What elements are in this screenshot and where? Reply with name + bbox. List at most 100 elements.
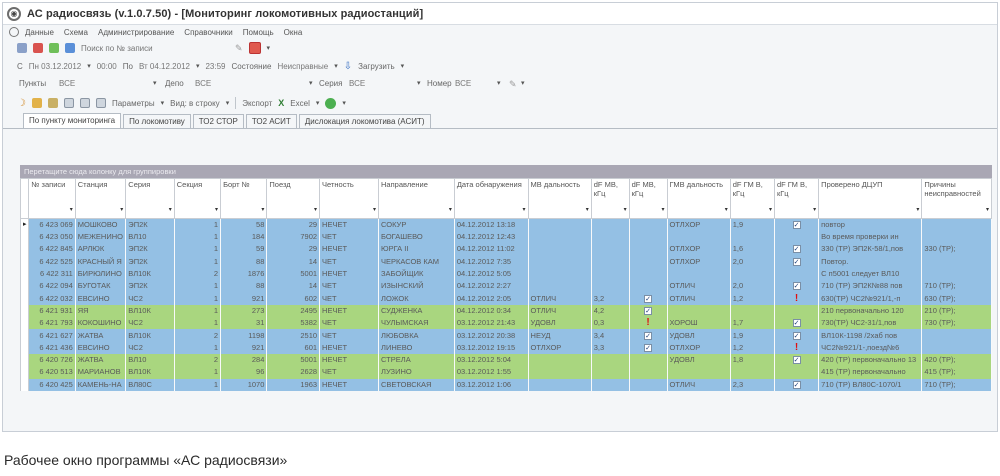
checkbox-checked-icon[interactable]: ✓ [792,221,801,230]
cell-f2[interactable]: ✓ [774,353,820,367]
cell-id[interactable]: 6 421 931 [28,304,76,318]
cell-gmv[interactable]: ОТЛИЧ [667,280,731,293]
cell-f1[interactable]: ✓ [629,329,668,342]
cell-gmv[interactable]: ОТЛХОР [667,218,731,231]
cell-id[interactable]: 6 423 050 [28,231,76,244]
cell-mv[interactable] [528,231,592,244]
row-indicator[interactable] [19,317,30,330]
column-filter-icon[interactable]: ▾ [373,206,376,215]
cell-date[interactable]: 04.12.2012 0:34 [454,304,529,318]
cell-id[interactable]: 6 420 513 [28,366,76,379]
cell-sec[interactable]: 1 [174,255,222,268]
cell-df1[interactable] [591,378,630,391]
cell-prov[interactable]: 710 (ТР) ЭП2К№88 пов [818,280,923,293]
chevron-down-icon[interactable]: ▾ [267,44,271,52]
cell-prov[interactable]: 730(ТР) ЧС2-31/1,пов [818,317,923,330]
cell-sec[interactable]: 1 [174,341,222,354]
checkbox-checked-icon[interactable]: ✓ [792,257,801,266]
cell-par[interactable]: НЕЧЕТ [319,267,380,281]
column-header[interactable]: Четность ▾ [319,178,380,219]
cell-st[interactable]: АРЛЮК [75,243,127,256]
open-icon[interactable] [31,98,42,108]
excel-dropdown-icon[interactable]: ▾ [316,99,320,107]
cell-st[interactable]: МЕЖЕНИНО [75,231,127,244]
cell-f1[interactable] [629,378,668,391]
cell-st[interactable]: МОШКОВО [75,218,127,231]
clear-filter-icon[interactable]: ✎ [509,79,517,90]
cell-mv[interactable]: ОТЛИЧ [528,292,592,305]
cell-prich[interactable]: 710 (ТР); [921,378,992,391]
column-header[interactable]: dF ГМ В, кГц ▾ [773,178,820,219]
cell-gmv[interactable]: ОТЛИЧ [667,378,731,391]
column-header[interactable]: Поезд ▾ [266,178,321,219]
cell-bort[interactable]: 96 [220,366,268,379]
column-filter-icon[interactable]: ▾ [314,206,317,215]
points-select[interactable]: ВСЕ [59,79,75,88]
cell-dir[interactable]: СВЕТОВСКАЯ [378,378,455,391]
cell-dir[interactable]: ЧЕРКАСОВ КАМ [378,255,455,268]
column-header[interactable]: Причины неисправностей ▾ [921,178,992,219]
cell-train[interactable]: 2495 [266,304,321,318]
cell-prov[interactable]: Во время проверки ин [818,231,923,244]
cell-df1[interactable] [591,280,630,293]
layout-icon[interactable] [79,98,90,108]
load-button[interactable]: Загрузить [358,62,395,71]
cell-prov[interactable]: ВЛ10К-1198 /2хаб пов [818,329,923,342]
cell-prich[interactable] [921,341,992,354]
cell-df2[interactable]: 2,0 [730,280,775,293]
cell-id[interactable]: 6 422 311 [28,267,76,281]
group-by-panel[interactable]: Перетащите сюда колонку для группировки [20,165,992,178]
cell-f1[interactable] [629,353,668,367]
cell-sec[interactable]: 1 [174,280,222,293]
cell-dir[interactable]: ЛОЖОК [378,292,455,305]
column-filter-icon[interactable]: ▾ [169,206,172,215]
cell-id[interactable]: 6 421 627 [28,329,76,342]
column-header[interactable]: Станция ▾ [74,178,127,219]
state-select[interactable]: Неисправные [277,62,328,71]
cell-mv[interactable] [528,353,592,367]
cell-gmv[interactable]: ОТЛХОР [667,243,731,256]
cell-ser[interactable]: ВЛ80С [125,378,175,391]
cell-mv[interactable]: ОТЛХОР [528,341,592,354]
table-row[interactable]: 6 422 311 БИРЮЛИНО ВЛ10К 2 1876 5001 НЕЧЕТ ЗАБО… [19,267,992,281]
number-select[interactable]: ВСЕ [455,79,471,88]
cell-train[interactable]: 5001 [266,353,321,367]
cell-bort[interactable]: 31 [220,317,268,330]
cell-dir[interactable]: БОГАШЕВО [378,231,455,244]
table-row[interactable]: 6 421 931 ЯЯ ВЛ10К 1 273 2495 НЕЧЕТ СУДЖЕНКА 04.… [19,304,992,318]
cell-bort[interactable]: 273 [220,304,268,318]
pencil-icon[interactable]: ✎ [235,43,243,54]
cell-prov[interactable]: 330 (ТР) ЭП2К-58/1,пов [818,243,923,256]
view-dropdown-icon[interactable]: ▾ [226,99,230,107]
cell-mv[interactable] [528,243,592,256]
from-time-field[interactable]: 00:00 [97,62,117,71]
download-icon[interactable]: ⇩ [344,61,352,72]
cell-prich[interactable] [921,255,992,268]
cell-dir[interactable]: ИЗЫНСКИЙ [378,280,455,293]
column-filter-icon[interactable]: ▾ [586,206,589,215]
cell-dir[interactable]: СУДЖЕНКА [378,304,455,318]
cell-prich[interactable]: 415 (ТР); [921,366,992,379]
column-header[interactable]: dF МВ, кГц ▾ [590,178,630,219]
cell-dir[interactable]: ЮРГА II [378,243,455,256]
cell-bort[interactable]: 1198 [220,329,268,342]
cell-sec[interactable]: 1 [174,366,222,379]
cell-gmv[interactable]: ОТЛХОР [667,341,731,354]
cell-gmv[interactable]: ХОРОШ [667,317,731,330]
cell-st[interactable]: КОКОШИНО [75,317,127,330]
cell-ser[interactable]: ЭП2К [125,243,175,256]
checkbox-checked-icon[interactable]: ✓ [644,331,653,340]
load-dropdown-icon[interactable]: ▾ [401,62,405,70]
column-filter-icon[interactable]: ▾ [662,206,665,215]
cell-ser[interactable]: ВЛ10К [125,304,175,318]
cell-bort[interactable]: 1070 [220,378,268,391]
cell-ser[interactable]: ЧС2 [125,317,175,330]
cell-dir[interactable]: ЛЮБОВКА [378,329,455,342]
cell-par[interactable]: ЧЕТ [319,292,380,305]
cell-bort[interactable]: 58 [220,218,268,231]
table-row[interactable]: 6 423 050 МЕЖЕНИНО ВЛ10 1 184 7902 ЧЕТ БОГАШЕВО… [19,231,992,244]
cell-prich[interactable]: 210 (ТР); [921,304,992,318]
cell-prich[interactable] [921,329,992,342]
table-row[interactable]: ▸ 6 423 069 МОШКОВО ЭП2К 1 58 29 НЕЧЕТ СОКУР 04.1… [19,218,992,231]
cell-gmv[interactable] [667,267,731,281]
